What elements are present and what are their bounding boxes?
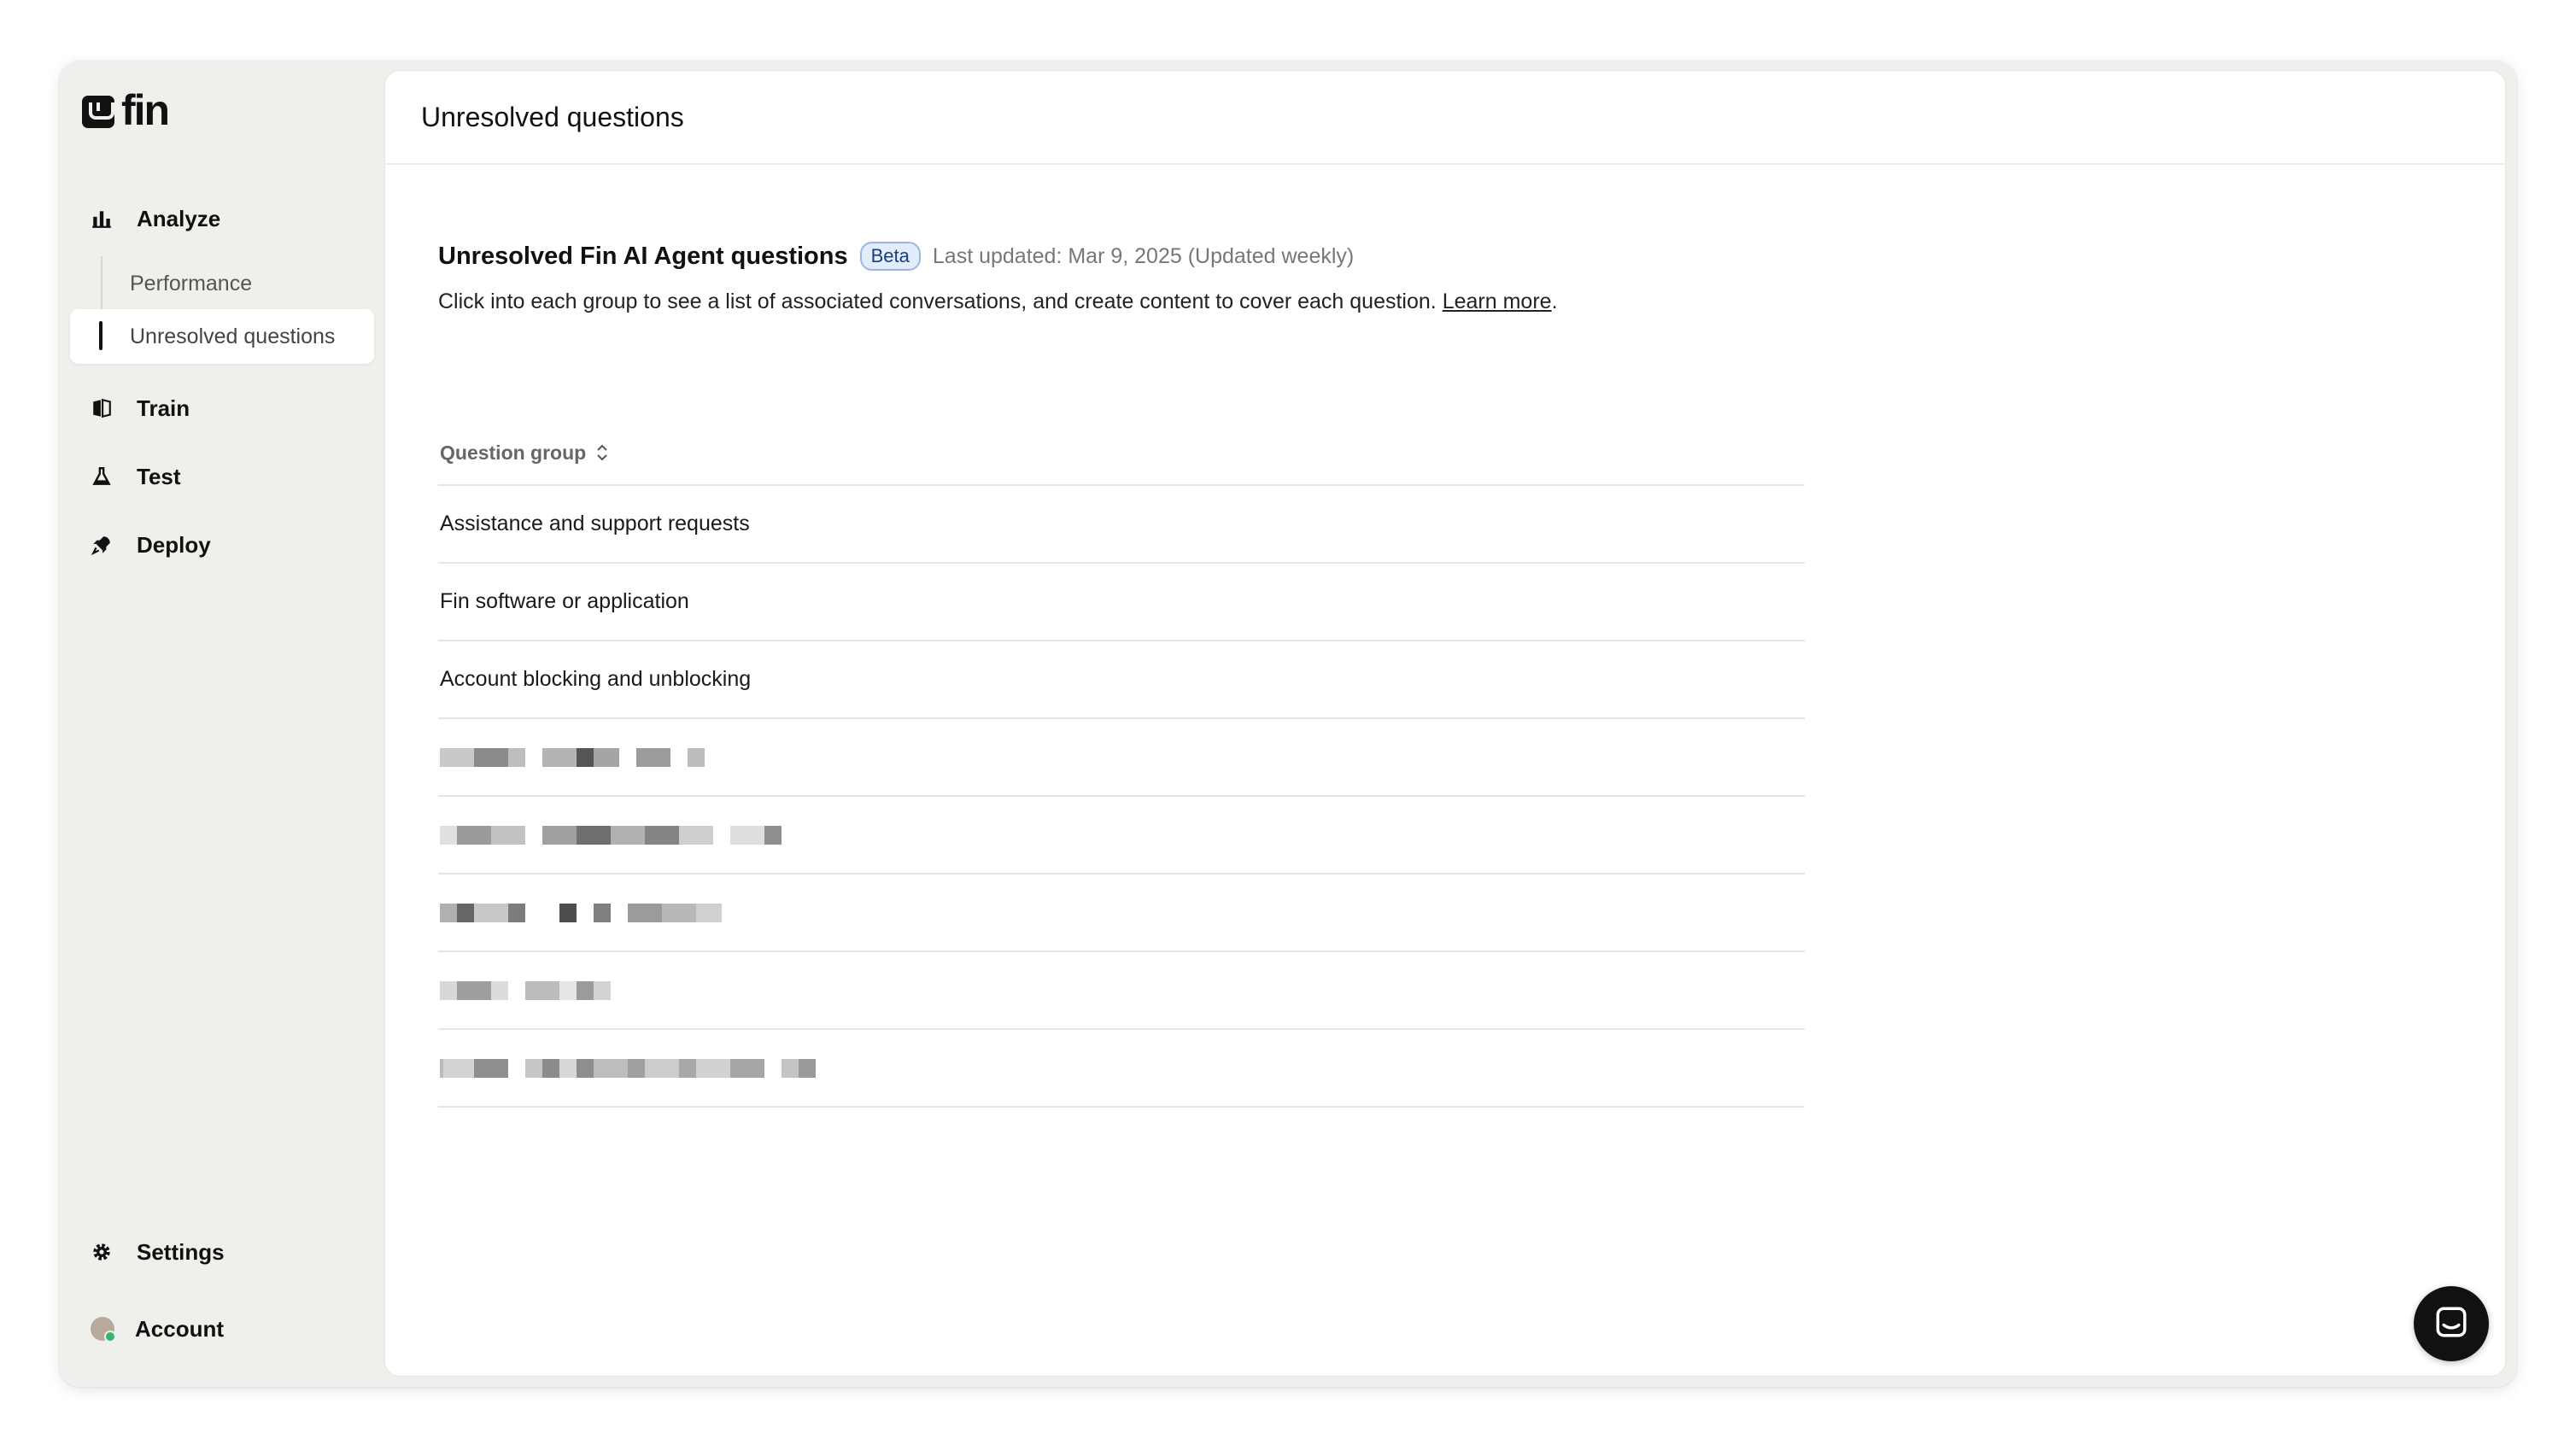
table-row-redacted[interactable] [438, 719, 1805, 797]
bar-chart-icon [91, 208, 113, 230]
redacted-text [440, 1058, 816, 1078]
sidebar: fin Analyze Performance Unresolved quest… [60, 61, 384, 1387]
sidebar-item-test[interactable]: Test [91, 456, 181, 497]
sidebar-item-deploy[interactable]: Deploy [91, 524, 211, 565]
chat-icon [2433, 1304, 2469, 1344]
fin-logo[interactable]: fin [82, 86, 170, 134]
learn-more-link[interactable]: Learn more [1443, 290, 1552, 313]
sidebar-subitem-unresolved-questions[interactable]: Unresolved questions [130, 319, 335, 354]
description-trailing: . [1551, 290, 1558, 313]
table-row-redacted[interactable] [438, 875, 1805, 952]
beta-badge: Beta [859, 242, 921, 271]
description-text: Click into each group to see a list of a… [438, 290, 1437, 313]
table-row[interactable]: Assistance and support requests [438, 486, 1805, 564]
active-indicator [99, 321, 102, 350]
table-row[interactable]: Account blocking and unblocking [438, 641, 1805, 719]
redacted-text [440, 747, 705, 767]
section-intro: Unresolved Fin AI Agent questions Beta L… [438, 242, 1558, 314]
page-header: Unresolved questions [385, 71, 2505, 165]
rocket-icon [91, 534, 113, 556]
messenger-launcher-button[interactable] [2414, 1286, 2489, 1361]
logo-text: fin [121, 86, 170, 134]
sidebar-item-analyze[interactable]: Analyze [91, 198, 220, 239]
sidebar-item-label: Settings [137, 1238, 225, 1265]
sidebar-item-label: Deploy [137, 531, 211, 558]
table-row-redacted[interactable] [438, 952, 1805, 1030]
table-row-redacted[interactable] [438, 797, 1805, 875]
redacted-text [440, 980, 611, 1000]
page-title: Unresolved questions [421, 101, 684, 132]
app-frame: fin Analyze Performance Unresolved quest… [60, 61, 2516, 1387]
gear-icon [91, 1241, 113, 1263]
intercom-logo-icon [82, 96, 114, 128]
section-title: Unresolved Fin AI Agent questions [438, 242, 848, 270]
sidebar-item-settings[interactable]: Settings [91, 1231, 225, 1272]
sort-icon[interactable] [596, 443, 608, 462]
avatar [91, 1317, 116, 1343]
redacted-text [440, 825, 782, 845]
sidebar-item-label: Test [137, 463, 181, 489]
question-group-name: Account blocking and unblocking [440, 667, 752, 691]
redacted-text [440, 903, 722, 922]
question-group-name: Fin software or application [440, 589, 689, 613]
sidebar-item-label: Account [135, 1315, 224, 1342]
sidebar-item-train[interactable]: Train [91, 388, 190, 429]
main-panel: Unresolved questions Unresolved Fin AI A… [384, 70, 2506, 1377]
sidebar-item-label: Analyze [137, 205, 221, 231]
section-description: Click into each group to see a list of a… [438, 290, 1558, 314]
table-header[interactable]: Question group [438, 421, 1805, 486]
column-header-question-group[interactable]: Question group [440, 442, 586, 465]
question-group-name: Assistance and support requests [440, 512, 750, 535]
last-updated-text: Last updated: Mar 9, 2025 (Updated weekl… [932, 243, 1355, 268]
question-groups-table: Question group Assistance and support re… [438, 421, 1805, 1108]
table-row[interactable]: Fin software or application [438, 564, 1805, 641]
section-title-row: Unresolved Fin AI Agent questions Beta L… [438, 242, 1558, 271]
sidebar-item-account[interactable]: Account [91, 1308, 224, 1349]
sidebar-subitem-performance[interactable]: Performance [130, 266, 252, 301]
flask-icon [91, 465, 113, 488]
book-icon [91, 397, 113, 419]
sidebar-item-label: Train [137, 395, 190, 421]
table-row-redacted[interactable] [438, 1030, 1805, 1108]
